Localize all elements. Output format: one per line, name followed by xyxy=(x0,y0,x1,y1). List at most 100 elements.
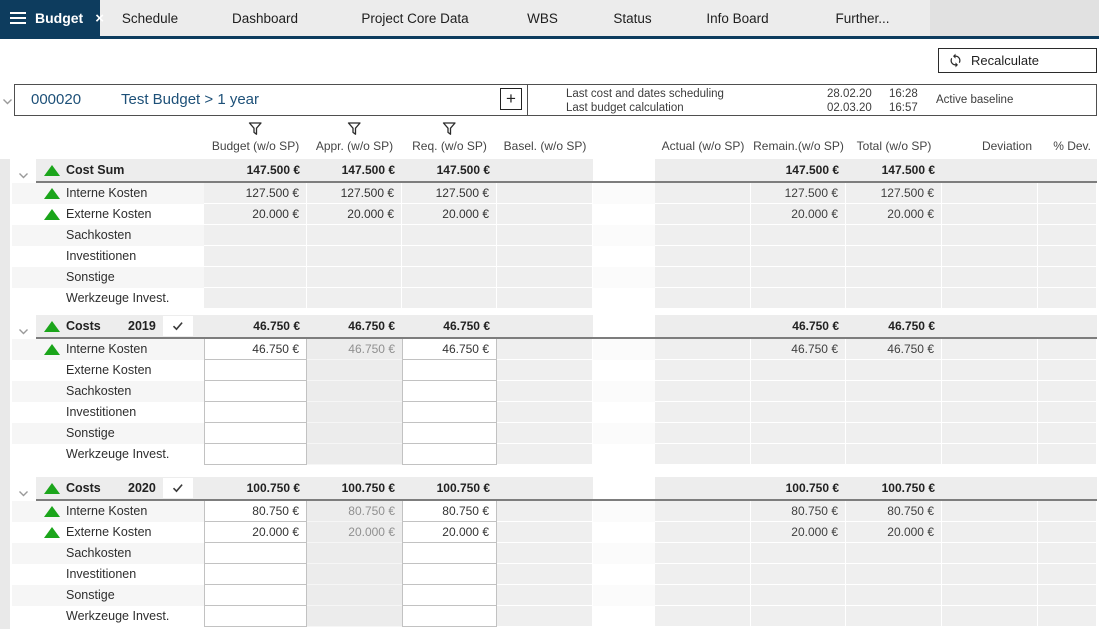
active-tab-label: Budget xyxy=(35,10,83,26)
group-chevron-icon[interactable] xyxy=(18,322,29,340)
meta-date-2: 02.03.20 xyxy=(827,102,872,114)
cell-actual xyxy=(655,339,751,360)
cell-basel xyxy=(497,204,593,225)
column-header-row: Budget (w/o SP)Appr. (w/o SP)Req. (w/o S… xyxy=(0,120,1099,158)
cell-budget[interactable] xyxy=(204,423,307,444)
row-label: Externe Kosten xyxy=(66,204,151,225)
cell-budget xyxy=(204,267,307,288)
group-name: Cost Sum xyxy=(66,159,124,181)
tab-budget[interactable]: Budget × xyxy=(0,0,100,36)
cell-total xyxy=(846,564,942,585)
cell-appr xyxy=(307,585,402,606)
table-row-interne-kosten-cost-sum: Interne Kosten127.500 €127.500 €127.500 … xyxy=(0,183,1099,204)
group-year: 2019 xyxy=(128,315,156,337)
cell-actual xyxy=(655,225,751,246)
meta-label-2: Last budget calculation xyxy=(566,102,684,114)
cell-budget[interactable] xyxy=(204,606,307,627)
cell-req[interactable] xyxy=(402,564,497,585)
cell-req[interactable] xyxy=(402,606,497,627)
tab-project-core-data[interactable]: Project Core Data xyxy=(330,0,500,36)
group-checkbox[interactable] xyxy=(163,478,193,498)
tab-further[interactable]: Further... xyxy=(795,0,930,36)
cell-remain xyxy=(751,444,846,465)
row-label: Sonstige xyxy=(66,267,115,288)
project-selector[interactable]: 000020 Test Budget > 1 year + xyxy=(15,85,528,115)
cell-basel xyxy=(497,381,593,402)
cell-budget[interactable]: 46.750 € xyxy=(204,339,307,360)
cell-actual xyxy=(655,288,751,309)
project-collapse-chevron[interactable] xyxy=(2,92,13,110)
cell-req[interactable]: 46.750 € xyxy=(402,339,497,360)
cell-appr xyxy=(307,267,402,288)
cell-appr xyxy=(307,423,402,444)
table-row-werkzeuge-invest-costs-2020: Werkzeuge Invest. xyxy=(0,606,1099,627)
cell-req[interactable] xyxy=(402,360,497,381)
cell-budget[interactable] xyxy=(204,444,307,465)
group-total-appr: 147.500 € xyxy=(307,159,402,181)
cell-remain xyxy=(751,585,846,606)
row-gap-stripe xyxy=(593,183,655,204)
cell-req[interactable] xyxy=(402,402,497,423)
cell-budget[interactable]: 20.000 € xyxy=(204,522,307,543)
cell-budget[interactable] xyxy=(204,564,307,585)
cell-budget[interactable] xyxy=(204,360,307,381)
cell-req[interactable] xyxy=(402,543,497,564)
tab-dashboard[interactable]: Dashboard xyxy=(200,0,330,36)
cell-req[interactable]: 80.750 € xyxy=(402,501,497,522)
cell-req[interactable] xyxy=(402,585,497,606)
cell-pdev xyxy=(1038,564,1097,585)
cell-deviation xyxy=(942,402,1038,423)
cell-remain xyxy=(751,288,846,309)
cell-req[interactable] xyxy=(402,444,497,465)
cell-total xyxy=(846,606,942,627)
cell-req: 20.000 € xyxy=(402,204,497,225)
row-label: Interne Kosten xyxy=(66,501,147,522)
tab-wbs[interactable]: WBS xyxy=(500,0,585,36)
tab-status[interactable]: Status xyxy=(585,0,680,36)
cell-pdev xyxy=(1038,501,1097,522)
cell-pdev xyxy=(1038,423,1097,444)
cell-appr xyxy=(307,543,402,564)
cell-actual xyxy=(655,246,751,267)
add-project-button[interactable]: + xyxy=(500,88,522,110)
cell-pdev xyxy=(1038,204,1097,225)
cell-budget[interactable] xyxy=(204,585,307,606)
cell-budget[interactable] xyxy=(204,381,307,402)
row-gap-stripe xyxy=(593,543,655,564)
row-gap-stripe xyxy=(593,225,655,246)
cell-deviation xyxy=(942,564,1038,585)
row-label: Investitionen xyxy=(66,246,136,267)
cell-budget[interactable] xyxy=(204,543,307,564)
cell-pdev xyxy=(1038,246,1097,267)
cell-basel xyxy=(497,288,593,309)
cell-req[interactable] xyxy=(402,381,497,402)
cell-remain xyxy=(751,606,846,627)
group-chevron-icon[interactable] xyxy=(18,484,29,502)
row-label: Sonstige xyxy=(66,585,115,606)
cell-budget[interactable]: 80.750 € xyxy=(204,501,307,522)
group-total-req: 46.750 € xyxy=(402,315,497,337)
table-row-sonstige-cost-sum: Sonstige xyxy=(0,267,1099,288)
recalculate-button[interactable]: Recalculate xyxy=(938,48,1097,73)
cell-remain: 127.500 € xyxy=(751,183,846,204)
tab-schedule[interactable]: Schedule xyxy=(100,0,200,36)
row-label: Sachkosten xyxy=(66,381,131,402)
menu-icon[interactable] xyxy=(10,12,26,24)
table-row-externe-kosten-costs-2020: Externe Kosten20.000 €20.000 €20.000 €20… xyxy=(0,522,1099,543)
row-label: Investitionen xyxy=(66,564,136,585)
cell-budget[interactable] xyxy=(204,402,307,423)
cell-req[interactable]: 20.000 € xyxy=(402,522,497,543)
cell-req: 127.500 € xyxy=(402,183,497,204)
recalculate-label: Recalculate xyxy=(971,53,1039,68)
cell-req[interactable] xyxy=(402,423,497,444)
cell-total xyxy=(846,381,942,402)
cell-remain xyxy=(751,423,846,444)
group-checkbox[interactable] xyxy=(163,316,193,336)
cell-pdev xyxy=(1038,381,1097,402)
group-chevron-icon[interactable] xyxy=(18,166,29,184)
trend-up-icon xyxy=(44,188,60,199)
tab-info-board[interactable]: Info Board xyxy=(680,0,795,36)
cell-remain xyxy=(751,543,846,564)
cell-remain xyxy=(751,381,846,402)
cell-pdev xyxy=(1038,339,1097,360)
